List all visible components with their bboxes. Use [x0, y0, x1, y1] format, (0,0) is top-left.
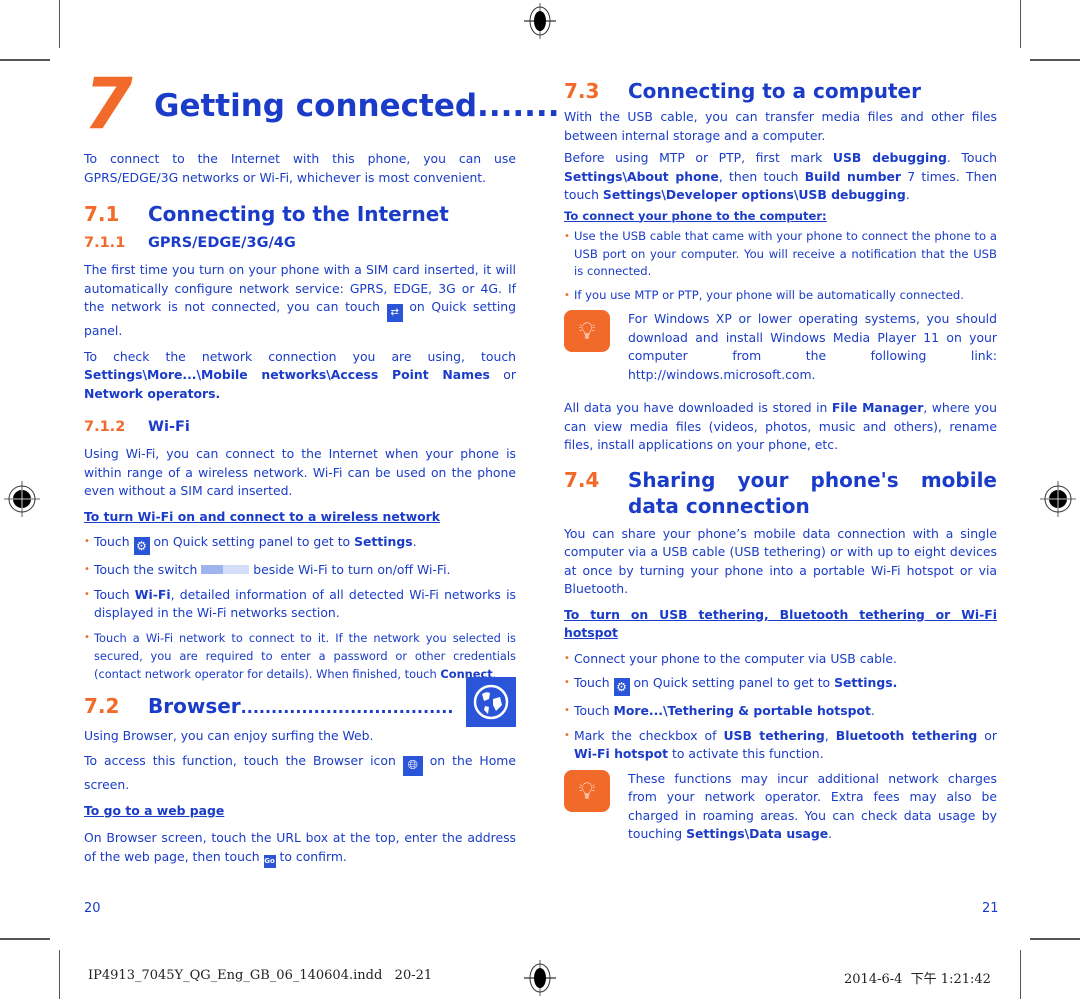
wifi-steps-list: Touch ⚙ on Quick setting panel to get to…	[84, 533, 516, 683]
list-item: If you use MTP or PTP, your phone will b…	[564, 287, 997, 305]
usb-intro: With the USB cable, you can transfer med…	[564, 109, 997, 143]
chapter-title: Getting connected.......	[154, 88, 560, 124]
wifi-paragraph: Using Wi-Fi, you can connect to the Inte…	[84, 446, 516, 498]
list-item: Touch ⚙ on Quick setting panel to get to…	[84, 533, 516, 555]
usb-howto-heading: To connect your phone to the computer:	[564, 208, 827, 223]
slug-timestamp: 2014-6-4 下午 1:21:42	[844, 972, 991, 987]
registration-mark-top	[524, 3, 556, 39]
list-item: Touch the switch beside Wi-Fi to turn on…	[84, 561, 516, 580]
tip-windows-xp: 💡︎ For Windows XP or lower operating sys…	[564, 310, 997, 391]
crop-mark-bottom-right-v	[1020, 950, 1021, 999]
tip-data-charges: 💡︎ These functions may incur additional …	[564, 769, 997, 851]
list-item: Use the USB cable that came with your ph…	[564, 228, 997, 281]
registration-mark-left	[4, 481, 40, 517]
lightbulb-tip-icon: 💡︎	[564, 310, 610, 352]
tip-text: For Windows XP or lower operating system…	[628, 311, 997, 382]
section-7-3-heading: 7.3 Connecting to a computer	[564, 79, 921, 103]
usb-steps-list: Use the USB cable that came with your ph…	[564, 228, 997, 304]
web-page-howto-heading: To go to a web page	[84, 802, 225, 818]
list-item: Mark the checkbox of USB tethering, Blue…	[564, 727, 997, 764]
mobile-data-icon: ⇄	[386, 304, 403, 322]
crop-mark-bottom-right-h	[1030, 938, 1080, 940]
crop-mark-top-left-v	[59, 0, 60, 48]
registration-mark-bottom	[524, 960, 556, 996]
crop-mark-bottom-left-h	[0, 938, 50, 940]
browser-globe-small-icon: 🌐︎	[402, 756, 423, 776]
list-item: Touch a Wi-Fi network to connect to it. …	[84, 629, 516, 683]
url-paragraph: On Browser screen, touch the URL box at …	[84, 829, 516, 868]
section-7-4-heading: 7.4 Sharing your phone's mobile data con…	[564, 467, 997, 518]
page-number-left: 20	[84, 901, 101, 916]
sharing-intro: You can share your phone’s mobile data c…	[564, 525, 997, 597]
file-manager-paragraph: All data you have downloaded is stored i…	[564, 400, 997, 452]
crop-mark-top-right-h	[1030, 59, 1080, 61]
lightbulb-tip-icon: 💡︎	[564, 769, 610, 812]
settings-gear-icon: ⚙	[613, 678, 630, 696]
wifi-howto-heading: To turn Wi-Fi on and connect to a wirele…	[84, 508, 441, 524]
section-7-1-2-heading: 7.1.2 Wi-Fi	[84, 419, 190, 435]
crop-mark-bottom-left-v	[59, 950, 60, 999]
page-number-right: 21	[982, 901, 999, 916]
browser-access-paragraph: To access this function, touch the Brows…	[84, 753, 516, 792]
crop-mark-top-right-v	[1020, 0, 1021, 48]
list-item: Touch More...\Tethering & portable hotsp…	[564, 702, 997, 721]
tip-text: These functions may incur additional net…	[628, 770, 997, 842]
browser-intro: Using Browser, you can enjoy surfing the…	[84, 727, 374, 743]
toggle-switch-icon	[201, 565, 250, 574]
list-item: Touch Wi-Fi, detailed information of all…	[84, 586, 516, 623]
chapter-number: 7	[84, 63, 133, 145]
chapter-intro: To connect to the Internet with this pho…	[84, 151, 516, 185]
left-column: To connect to the Internet with this pho…	[84, 150, 516, 875]
go-button-icon: Go	[263, 854, 276, 868]
list-item: Connect your phone to the computer via U…	[564, 650, 997, 669]
section-7-1-1-heading: 7.1.1 GPRS/EDGE/3G/4G	[84, 235, 296, 251]
chapter-heading: 7 Getting connected.......	[84, 63, 559, 145]
section-7-2-heading: 7.2 Browser.............................…	[84, 676, 516, 727]
slug-filename: IP4913_7045Y_QG_Eng_GB_06_140604.indd 20…	[88, 968, 433, 983]
section-7-1-heading: 7.1 Connecting to the Internet	[84, 202, 449, 226]
list-item: Touch ⚙ on Quick setting panel to get to…	[564, 674, 997, 696]
browser-globe-icon	[466, 676, 516, 727]
right-column: 7.3 Connecting to a computer With the US…	[564, 78, 997, 859]
gprs-paragraph: The first time you turn on your phone wi…	[84, 262, 516, 338]
crop-mark-top-left-h	[0, 59, 50, 61]
network-check-paragraph: To check the network connection you are …	[84, 348, 516, 401]
usb-debugging-paragraph: Before using MTP or PTP, first mark USB …	[564, 150, 997, 202]
tethering-steps-list: Connect your phone to the computer via U…	[564, 650, 997, 764]
registration-mark-right	[1040, 481, 1076, 517]
settings-gear-icon: ⚙	[133, 537, 150, 555]
tethering-howto-heading: To turn on USB tethering, Bluetooth teth…	[564, 606, 997, 641]
